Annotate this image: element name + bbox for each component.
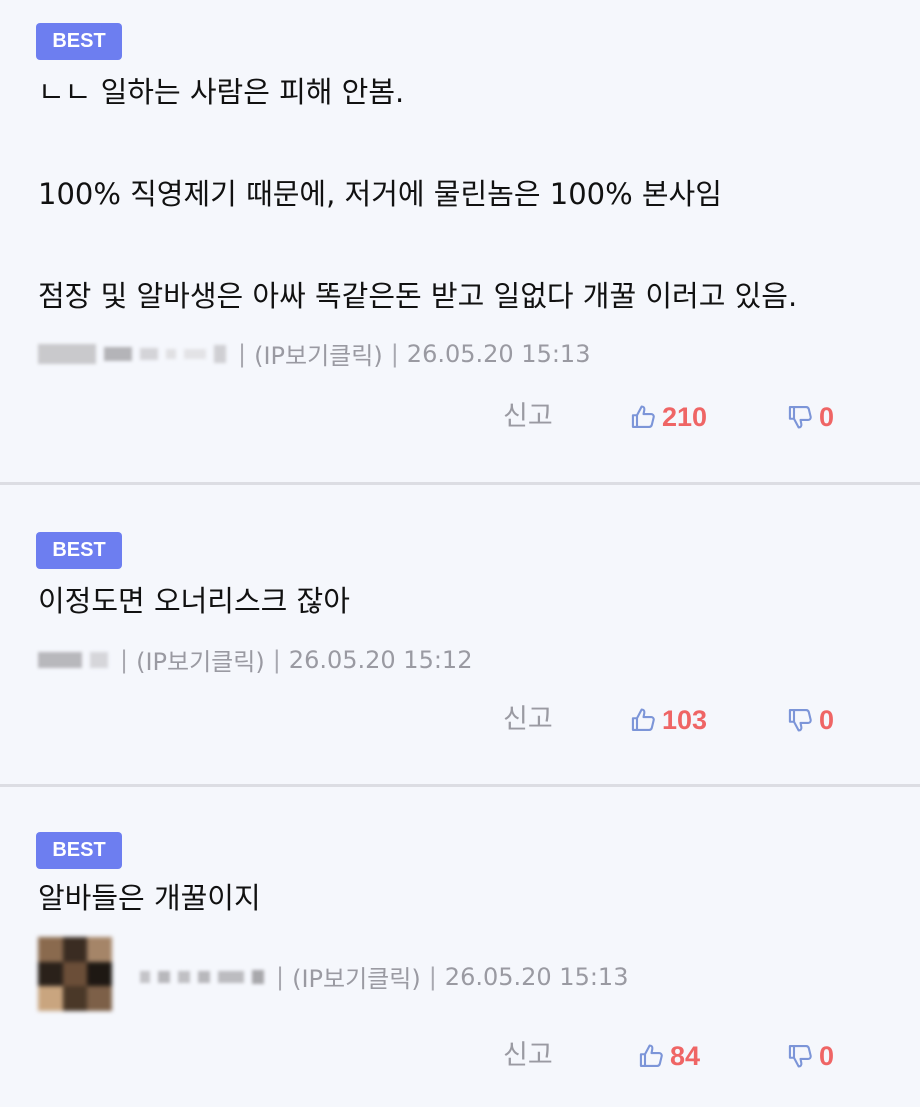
dislike-button[interactable]: 0 xyxy=(787,397,834,437)
separator: | xyxy=(238,339,247,368)
comment-meta: | (IP보기클릭) | 26.05.20 15:13 xyxy=(140,959,628,994)
author-nickname-blurred[interactable] xyxy=(38,651,108,668)
comment-timestamp: 26.05.20 15:12 xyxy=(288,645,473,674)
dislike-count: 0 xyxy=(819,1041,835,1071)
ip-view-link[interactable]: (IP보기클릭) xyxy=(136,642,265,677)
thumbs-down-icon xyxy=(788,1045,812,1068)
comment-item: BEST ㄴㄴ 일하는 사람은 피해 안봄. 100% 직영제기 때문에, 저거… xyxy=(0,0,920,485)
comment-actions: 신고 84 0 xyxy=(0,1036,920,1076)
author-nickname-blurred[interactable] xyxy=(140,969,264,984)
thumbs-up-icon xyxy=(631,708,655,731)
like-button[interactable]: 210 xyxy=(630,397,707,437)
comment-blank-line xyxy=(38,118,900,169)
comment-item: BEST 이정도면 오너리스크 잖아 | (IP보기클릭) | 26.05.20… xyxy=(0,485,920,787)
comment-body: ㄴㄴ 일하는 사람은 피해 안봄. 100% 직영제기 때문에, 저거에 물린놈… xyxy=(38,67,900,322)
like-button[interactable]: 103 xyxy=(630,700,707,740)
report-button[interactable]: 신고 xyxy=(503,1036,553,1076)
like-button[interactable]: 84 xyxy=(638,1036,700,1076)
comment-body: 이정도면 오너리스크 잖아 xyxy=(38,576,900,627)
avatar[interactable] xyxy=(38,937,112,1011)
comment-actions: 신고 210 0 xyxy=(0,397,920,437)
comment-meta: | (IP보기클릭) | 26.05.20 15:13 xyxy=(38,336,590,371)
comment-line: 이정도면 오너리스크 잖아 xyxy=(38,584,350,618)
dislike-button[interactable]: 0 xyxy=(787,700,834,740)
comment-actions: 신고 103 0 xyxy=(0,700,920,740)
comment-line: 알바들은 개꿀이지 xyxy=(38,881,261,915)
best-badge: BEST xyxy=(36,23,122,60)
like-count: 210 xyxy=(662,402,708,432)
separator: | xyxy=(120,645,129,674)
best-badge: BEST xyxy=(36,532,122,569)
comment-item: BEST 알바들은 개꿀이지 | (IP보기클릭) | 26.05.20 15:… xyxy=(0,787,920,1107)
dislike-button[interactable]: 0 xyxy=(787,1036,834,1076)
like-count: 103 xyxy=(662,705,708,735)
ip-view-link[interactable]: (IP보기클릭) xyxy=(292,959,421,994)
thumbs-up-icon xyxy=(631,405,655,428)
comment-timestamp: 26.05.20 15:13 xyxy=(444,962,629,991)
thumbs-up-icon xyxy=(639,1044,663,1067)
dislike-count: 0 xyxy=(819,402,835,432)
comment-blank-line xyxy=(38,220,900,271)
author-nickname-blurred[interactable] xyxy=(38,343,226,364)
thumbs-down-icon xyxy=(788,406,812,429)
comment-body: 알바들은 개꿀이지 xyxy=(38,873,900,924)
like-count: 84 xyxy=(670,1041,701,1071)
comment-line: 점장 및 알바생은 아싸 똑같은돈 받고 일없다 개꿀 이러고 있음. xyxy=(38,279,798,313)
comment-line: ㄴㄴ 일하는 사람은 피해 안봄. xyxy=(38,75,405,109)
separator: | xyxy=(276,962,285,991)
best-badge: BEST xyxy=(36,832,122,869)
separator: | xyxy=(428,962,437,991)
comment-timestamp: 26.05.20 15:13 xyxy=(406,339,591,368)
thumbs-down-icon xyxy=(788,709,812,732)
report-button[interactable]: 신고 xyxy=(503,397,553,437)
separator: | xyxy=(390,339,399,368)
comment-line: 100% 직영제기 때문에, 저거에 물린놈은 100% 본사임 xyxy=(38,177,722,211)
comment-meta: | (IP보기클릭) | 26.05.20 15:12 xyxy=(38,642,472,677)
report-button[interactable]: 신고 xyxy=(503,700,553,740)
dislike-count: 0 xyxy=(819,705,835,735)
ip-view-link[interactable]: (IP보기클릭) xyxy=(254,336,383,371)
separator: | xyxy=(272,645,281,674)
